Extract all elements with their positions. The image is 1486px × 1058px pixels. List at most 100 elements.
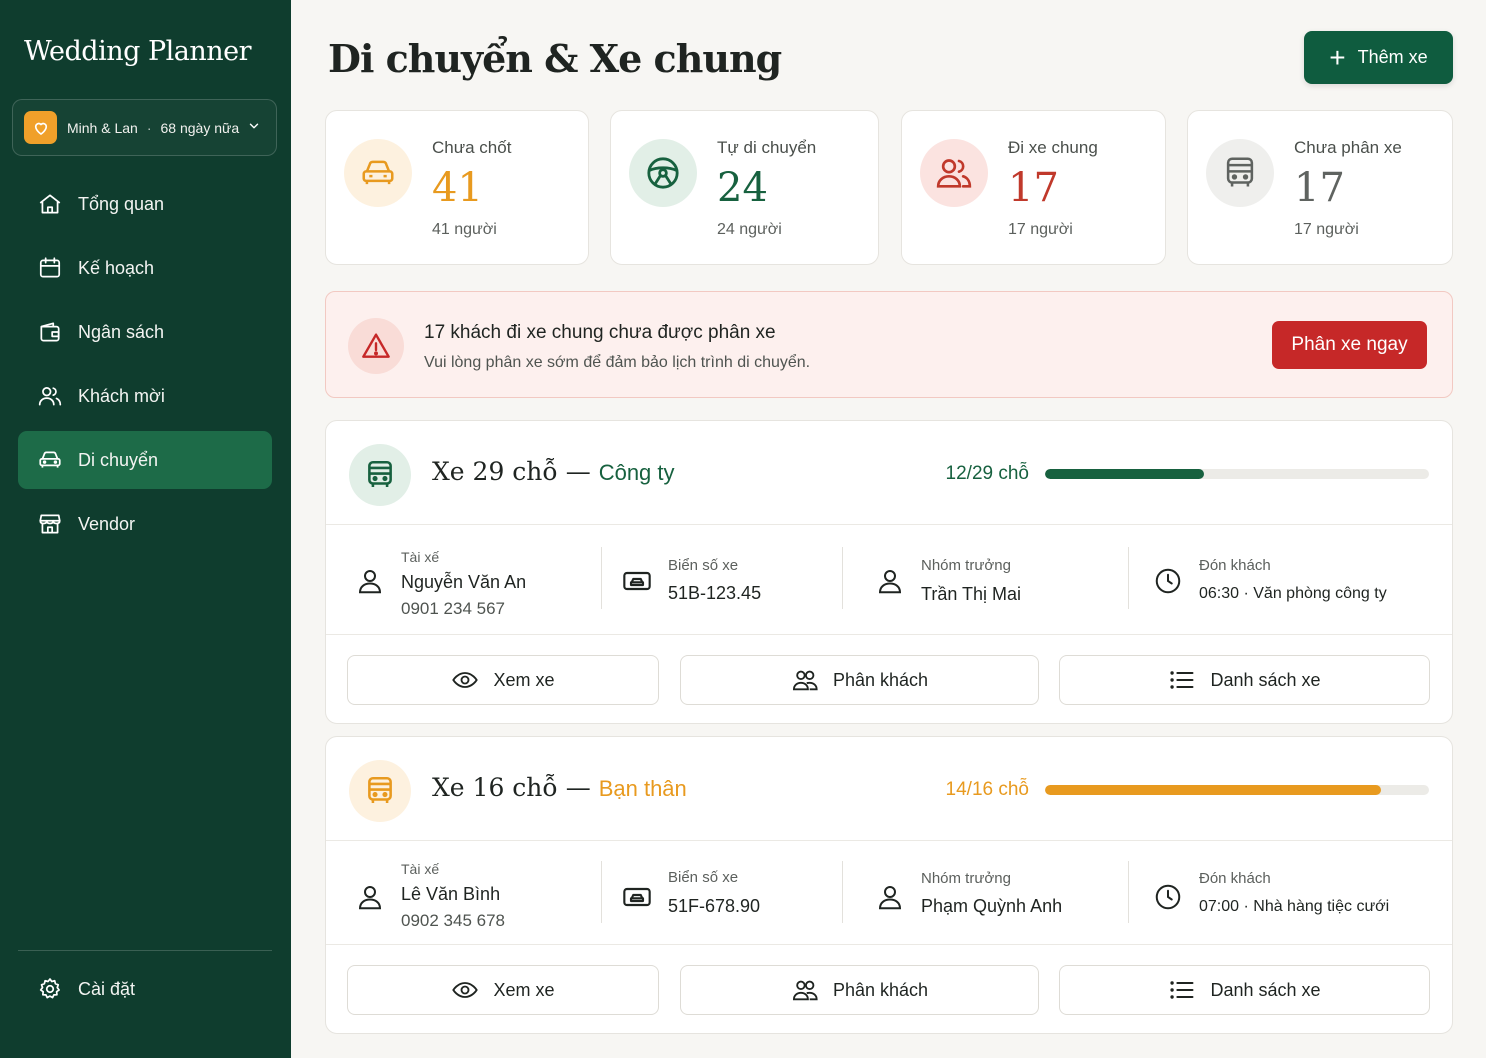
couple-selector[interactable]: Minh & Lan · 68 ngày nữa <box>12 99 277 156</box>
eye-icon <box>451 976 479 1004</box>
sidebar-item-label: Di chuyển <box>78 449 159 470</box>
vehicle-card: Xe 29 chỗ — Công ty 12/29 chỗ Tài xế Nguyễ… <box>325 420 1453 724</box>
driver-name: Nguyễn Văn An <box>401 572 527 592</box>
sidebar-item-label: Ngân sách <box>78 321 165 342</box>
eye-icon <box>451 666 479 694</box>
vehicle-name: Xe 29 chỗ <box>432 457 558 486</box>
view-vehicle-button[interactable]: Xem xe <box>347 965 659 1015</box>
calendar-icon <box>36 254 64 282</box>
page-title: Di chuyển & Xe chung <box>328 36 782 81</box>
vehicle-title: Xe 16 chỗ — Bạn thân <box>432 773 687 802</box>
assign-guests-label: Phân khách <box>832 669 929 690</box>
plate-number: 51B-123.45 <box>668 583 762 603</box>
list-icon <box>1168 666 1196 694</box>
driver-name: Lê Văn Bình <box>401 884 501 904</box>
wallet-icon <box>36 318 64 346</box>
separator-dot: · <box>146 119 152 136</box>
unassigned-alert: 17 khách đi xe chung chưa được phân xe V… <box>325 291 1453 398</box>
sidebar: Wedding Planner Minh & Lan · 68 ngày nữa… <box>0 0 291 1058</box>
users-icon <box>920 139 988 207</box>
sidebar-item-label: Khách mời <box>78 385 165 406</box>
capacity-progress <box>1045 469 1429 479</box>
license-plate-icon <box>621 565 653 597</box>
sidebar-nav: Tổng quan Kế hoạch Ngân sách Khách mời D… <box>18 175 272 559</box>
vehicle-list-button[interactable]: Danh sách xe <box>1059 965 1430 1015</box>
warning-icon <box>348 318 404 374</box>
heart-icon <box>24 111 57 144</box>
sidebar-item-label: Vendor <box>78 513 136 534</box>
view-vehicle-label: Xem xe <box>493 979 555 1000</box>
vehicle-list-label: Danh sách xe <box>1210 979 1321 1000</box>
sidebar-item-label: Cài đặt <box>78 978 136 999</box>
title-dash: — <box>565 773 591 802</box>
sidebar-item-vendor[interactable]: Vendor <box>18 495 272 553</box>
sidebar-item-plan[interactable]: Kế hoạch <box>18 239 272 297</box>
vehicle-list-button[interactable]: Danh sách xe <box>1059 655 1430 705</box>
add-vehicle-label: Thêm xe <box>1357 47 1428 67</box>
stat-sub: 17 người <box>1294 221 1359 238</box>
capacity-progress <box>1045 785 1429 795</box>
stat-card-undecided: Chưa chốt 41 41 người <box>325 110 589 265</box>
stat-value: 24 <box>717 165 768 211</box>
store-icon <box>36 510 64 538</box>
stat-sub: 17 người <box>1008 221 1073 238</box>
sidebar-item-guests[interactable]: Khách mời <box>18 367 272 425</box>
plate-label: Biển số xe <box>668 869 739 886</box>
sidebar-divider <box>18 950 272 951</box>
column-divider <box>1128 547 1129 609</box>
assign-guests-button[interactable]: Phân khách <box>680 655 1039 705</box>
users-icon <box>791 976 819 1004</box>
user-icon <box>354 565 386 597</box>
column-divider <box>601 861 602 923</box>
view-vehicle-label: Xem xe <box>493 669 555 690</box>
vehicle-card: Xe 16 chỗ — Bạn thân 14/16 chỗ Tài xế Lê V… <box>325 736 1453 1034</box>
vehicle-title: Xe 29 chỗ — Công ty <box>432 457 675 486</box>
clock-icon <box>1152 565 1184 597</box>
vehicle-group: Bạn thân <box>598 776 687 801</box>
car-icon <box>36 446 64 474</box>
add-vehicle-button[interactable]: + Thêm xe <box>1304 31 1453 84</box>
alert-subtitle: Vui lòng phân xe sớm để đảm bảo lịch trì… <box>424 354 811 371</box>
steering-wheel-icon <box>629 139 697 207</box>
chevron-down-icon <box>247 119 261 136</box>
sidebar-item-transport[interactable]: Di chuyển <box>18 431 272 489</box>
sidebar-item-budget[interactable]: Ngân sách <box>18 303 272 361</box>
assign-guests-button[interactable]: Phân khách <box>680 965 1039 1015</box>
leader-name: Trần Thị Mai <box>921 584 1022 604</box>
sidebar-item-label: Kế hoạch <box>78 257 155 278</box>
capacity-text: 14/16 chỗ <box>945 779 1029 800</box>
pickup-label: Đón khách <box>1199 870 1271 887</box>
bus-icon <box>1206 139 1274 207</box>
plus-icon: + <box>1329 41 1346 73</box>
driver-phone: 0902 345 678 <box>401 911 505 930</box>
pickup-label: Đón khách <box>1199 557 1271 574</box>
clock-icon <box>1152 881 1184 913</box>
driver-label: Tài xế <box>401 861 440 877</box>
stat-label: Tự di chuyển <box>717 138 817 157</box>
users-icon <box>791 666 819 694</box>
sidebar-item-settings[interactable]: Cài đặt <box>18 960 272 1018</box>
column-divider <box>1128 861 1129 923</box>
home-icon <box>36 190 64 218</box>
column-divider <box>842 861 843 923</box>
sidebar-item-overview[interactable]: Tổng quan <box>18 175 272 233</box>
title-dash: — <box>565 457 591 486</box>
pickup-time-place: 07:00 · Nhà hàng tiệc cưới <box>1199 898 1390 915</box>
vehicle-name: Xe 16 chỗ <box>432 773 558 802</box>
user-icon <box>874 565 906 597</box>
column-divider <box>842 547 843 609</box>
assign-guests-label: Phân khách <box>832 979 929 1000</box>
stat-card-unassigned: Chưa phân xe 17 17 người <box>1187 110 1453 265</box>
brand-logo: Wedding Planner <box>24 36 252 67</box>
stat-value: 41 <box>432 165 483 211</box>
countdown-text: 68 ngày nữa <box>160 119 240 136</box>
stat-card-self-travel: Tự di chuyển 24 24 người <box>610 110 879 265</box>
sidebar-item-label: Tổng quan <box>78 193 165 214</box>
view-vehicle-button[interactable]: Xem xe <box>347 655 659 705</box>
driver-label: Tài xế <box>401 549 440 565</box>
plate-label: Biển số xe <box>668 557 739 574</box>
capacity-progress-fill <box>1045 469 1204 479</box>
stat-value: 17 <box>1008 165 1059 211</box>
assign-now-button[interactable]: Phân xe ngay <box>1272 321 1427 369</box>
bus-icon <box>349 444 411 506</box>
